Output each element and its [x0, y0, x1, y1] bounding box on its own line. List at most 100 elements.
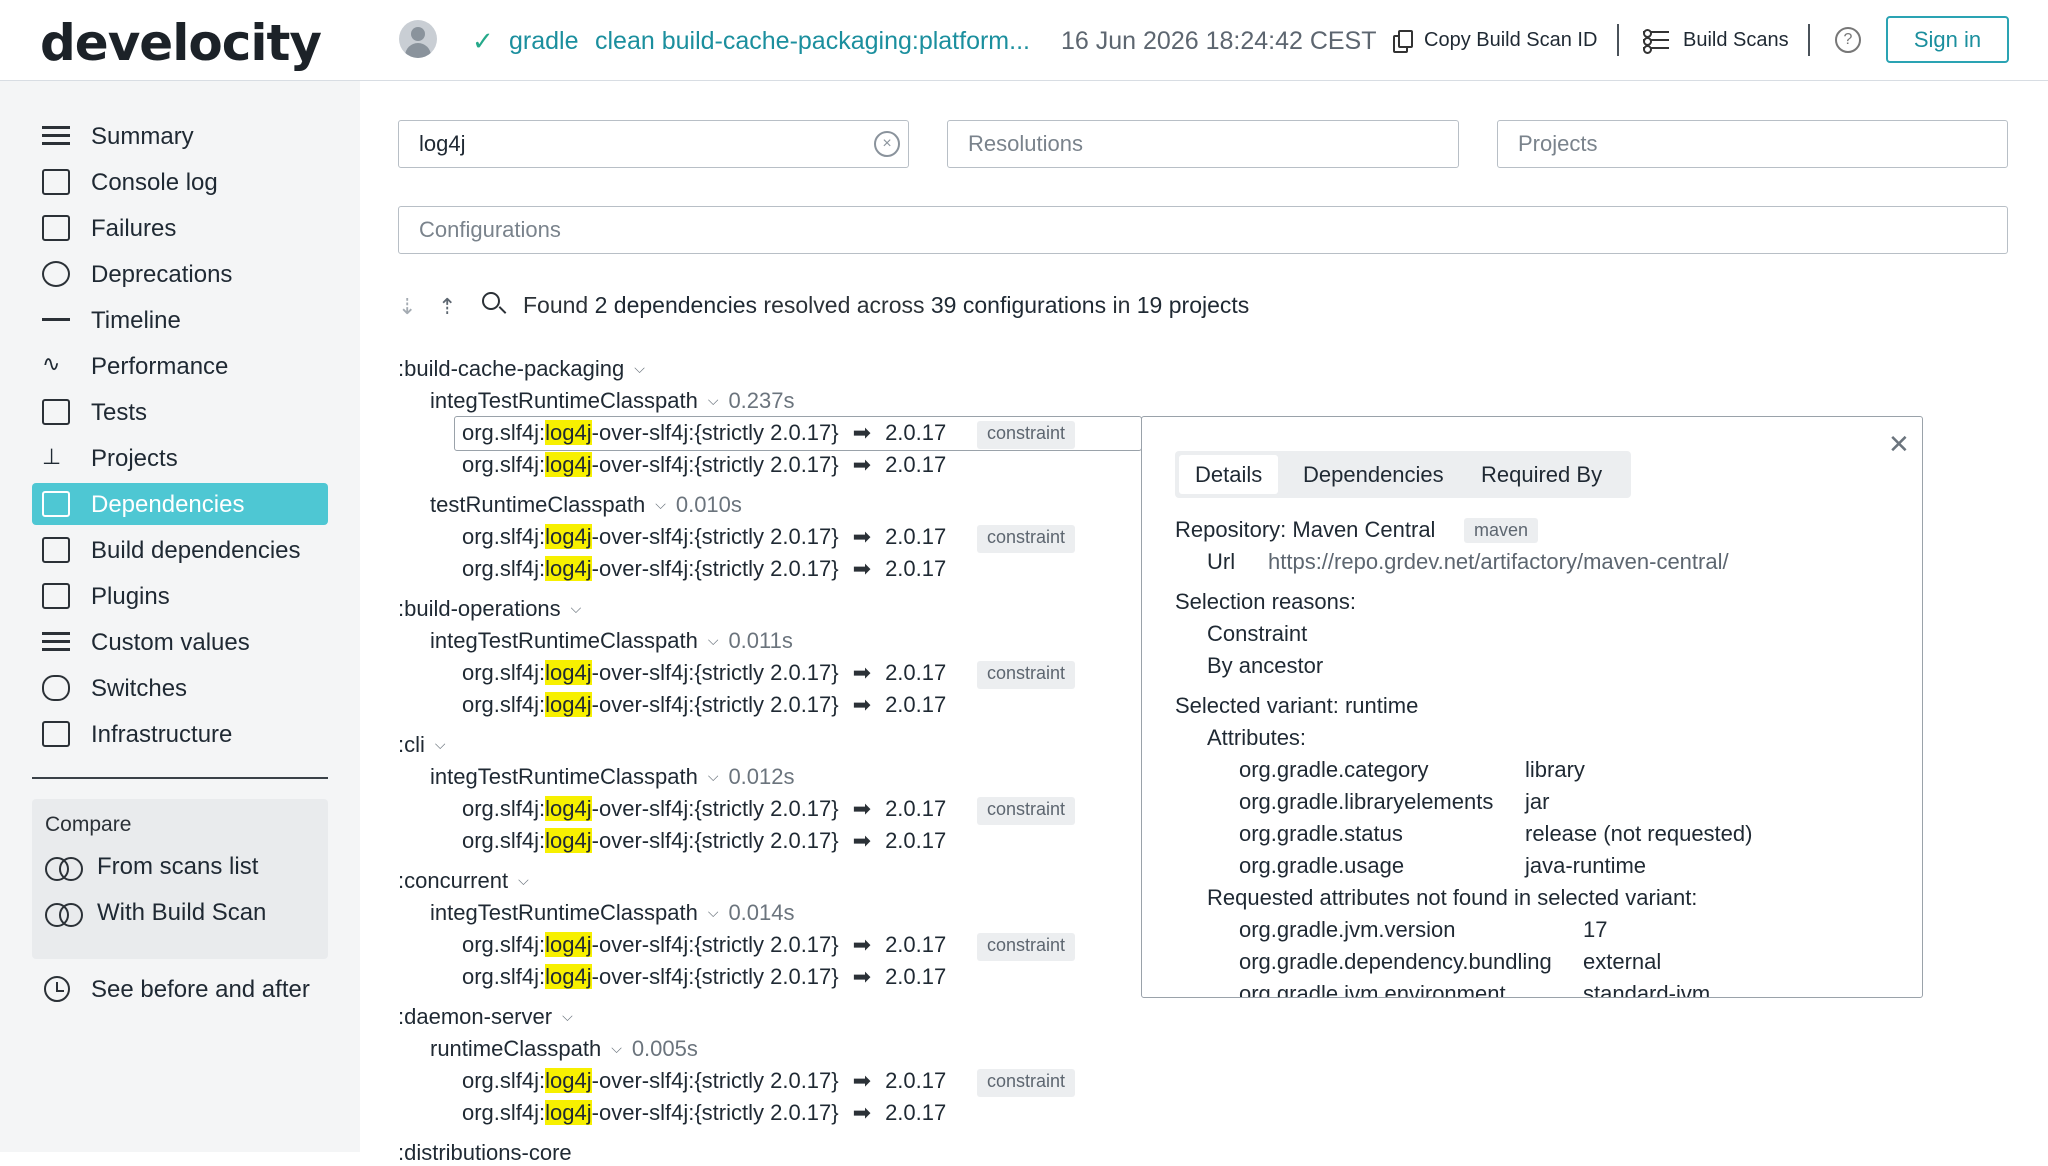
- dependency-row[interactable]: org.slf4j:log4j-over-slf4j:{strictly 2.0…: [462, 660, 946, 686]
- dependency-row[interactable]: org.slf4j:log4j-over-slf4j:{strictly 2.0…: [462, 452, 946, 478]
- project-row[interactable]: :distributions-core: [398, 1140, 572, 1166]
- chevron-down-icon[interactable]: ⌵: [571, 600, 582, 617]
- configuration-row[interactable]: integTestRuntimeClasspath ⌵ 0.237s: [430, 388, 795, 414]
- search-input[interactable]: [419, 131, 852, 157]
- chevron-down-icon[interactable]: ⌵: [562, 1008, 573, 1025]
- constraint-badge: constraint: [977, 1069, 1076, 1097]
- search-field[interactable]: ×: [398, 120, 909, 168]
- resolutions-input[interactable]: [968, 131, 1402, 157]
- attribute-value: java-runtime: [1525, 853, 1647, 878]
- sidebar-item-failures[interactable]: Failures: [32, 207, 328, 249]
- close-icon[interactable]: ✕: [1888, 429, 1910, 460]
- sidebar-item-infrastructure[interactable]: Infrastructure: [32, 713, 328, 755]
- build-scans-button[interactable]: Build Scans: [1683, 29, 1789, 52]
- configuration-row[interactable]: integTestRuntimeClasspath ⌵ 0.012s: [430, 764, 795, 790]
- dependency-row[interactable]: org.slf4j:log4j-over-slf4j:{strictly 2.0…: [462, 796, 946, 822]
- resolution-time: 0.011s: [728, 628, 793, 653]
- build-tool-link[interactable]: gradle: [509, 27, 579, 56]
- chevron-down-icon[interactable]: ⌵: [655, 496, 666, 513]
- chevron-down-icon[interactable]: ⌵: [708, 768, 719, 785]
- chevron-down-icon[interactable]: ⌵: [708, 632, 719, 649]
- help-icon[interactable]: ?: [1835, 27, 1861, 53]
- configurations-field[interactable]: [398, 206, 2008, 254]
- copy-build-scan-id-button[interactable]: Copy Build Scan ID: [1424, 29, 1597, 52]
- dependency-artifact: -over-slf4j:{strictly 2.0.17}: [591, 452, 839, 477]
- clear-icon[interactable]: ×: [874, 131, 900, 157]
- develocity-logo[interactable]: develocity: [40, 14, 322, 72]
- sidebar-item-label: Infrastructure: [91, 721, 233, 748]
- list-icon[interactable]: [1643, 28, 1669, 54]
- copy-icon[interactable]: [1393, 30, 1413, 53]
- attribute-value: library: [1525, 757, 1585, 782]
- tab-dependencies[interactable]: Dependencies: [1287, 455, 1460, 494]
- dependency-row[interactable]: org.slf4j:log4j-over-slf4j:{strictly 2.0…: [462, 692, 946, 718]
- sidebar-item-tests[interactable]: Tests: [32, 391, 328, 433]
- chevron-down-icon[interactable]: ⌵: [518, 872, 529, 889]
- project-row[interactable]: :cli ⌵: [398, 732, 446, 758]
- configuration-row[interactable]: runtimeClasspath ⌵ 0.005s: [430, 1036, 698, 1062]
- sidebar-item-dependencies[interactable]: Dependencies: [32, 483, 328, 525]
- chevron-down-icon[interactable]: ⌵: [634, 360, 645, 377]
- tab-details[interactable]: Details: [1179, 455, 1279, 494]
- search-match-highlight: log4j: [545, 452, 592, 477]
- projects-input[interactable]: [1518, 131, 1951, 157]
- search-match-highlight: log4j: [545, 556, 592, 581]
- build-task-title[interactable]: clean build-cache-packaging:platform...: [595, 27, 1030, 56]
- project-row[interactable]: :build-operations ⌵: [398, 596, 581, 622]
- dependency-row[interactable]: org.slf4j:log4j-over-slf4j:{strictly 2.0…: [462, 1100, 946, 1126]
- dependency-group: org.slf4j:: [462, 660, 546, 685]
- dependency-row[interactable]: org.slf4j:log4j-over-slf4j:{strictly 2.0…: [462, 524, 946, 550]
- sidebar-item-performance[interactable]: ∿ Performance: [32, 345, 328, 387]
- sidebar-item-custom-values[interactable]: Custom values: [32, 621, 328, 663]
- configuration-name: integTestRuntimeClasspath: [430, 628, 698, 653]
- configuration-row[interactable]: integTestRuntimeClasspath ⌵ 0.011s: [430, 628, 793, 654]
- sidebar-item-console-log[interactable]: Console log: [32, 161, 328, 203]
- dependency-row[interactable]: org.slf4j:log4j-over-slf4j:{strictly 2.0…: [462, 932, 946, 958]
- attribute-key: org.gradle.usage: [1239, 853, 1405, 878]
- tab-required-by[interactable]: Required By: [1465, 455, 1618, 494]
- dependency-row[interactable]: org.slf4j:log4j-over-slf4j:{strictly 2.0…: [462, 828, 946, 854]
- chevron-down-icon[interactable]: ⌵: [708, 392, 719, 409]
- dependency-artifact: -over-slf4j:{strictly 2.0.17}: [591, 964, 839, 989]
- sidebar-item-timeline[interactable]: Timeline: [32, 299, 328, 341]
- sort-descending-icon[interactable]: ⇣: [398, 294, 422, 319]
- compare-icon: [45, 857, 83, 881]
- configuration-row[interactable]: testRuntimeClasspath ⌵ 0.010s: [430, 492, 742, 518]
- history-icon[interactable]: [44, 976, 70, 1002]
- project-row[interactable]: :concurrent ⌵: [398, 868, 529, 894]
- sign-in-button[interactable]: Sign in: [1886, 16, 2009, 63]
- configurations-input[interactable]: [419, 217, 1786, 243]
- sidebar-item-summary[interactable]: Summary: [32, 115, 328, 157]
- chevron-down-icon[interactable]: ⌵: [435, 736, 446, 753]
- summary-text: Found 2 dependencies resolved across 39 …: [523, 292, 1250, 318]
- resolutions-field[interactable]: [947, 120, 1459, 168]
- sidebar-item-deprecations[interactable]: Deprecations: [32, 253, 328, 295]
- attribute-key: org.gradle.libraryelements: [1239, 789, 1494, 814]
- repository-url[interactable]: https://repo.grdev.net/artifactory/maven…: [1268, 549, 1729, 575]
- sort-ascending-icon[interactable]: ⇡: [438, 294, 462, 319]
- see-before-and-after-link[interactable]: See before and after: [91, 976, 310, 1004]
- chevron-down-icon[interactable]: ⌵: [708, 904, 719, 921]
- dependency-artifact: -over-slf4j:{strictly 2.0.17}: [591, 796, 839, 821]
- search-icon[interactable]: [482, 292, 500, 310]
- resolved-version: 2.0.17: [885, 1068, 947, 1093]
- sidebar-item-plugins[interactable]: Plugins: [32, 575, 328, 617]
- project-row[interactable]: :build-cache-packaging ⌵: [398, 356, 645, 382]
- dependency-artifact: -over-slf4j:{strictly 2.0.17}: [591, 932, 839, 957]
- arrow-right-icon: ➡: [852, 1100, 872, 1125]
- sidebar-item-projects[interactable]: ⊥ Projects: [32, 437, 328, 479]
- search-match-highlight: log4j: [545, 660, 592, 685]
- dependency-row[interactable]: org.slf4j:log4j-over-slf4j:{strictly 2.0…: [462, 556, 946, 582]
- dependency-row[interactable]: org.slf4j:log4j-over-slf4j:{strictly 2.0…: [462, 1068, 946, 1094]
- project-name: :build-operations: [398, 596, 561, 621]
- sidebar-item-build-dependencies[interactable]: Build dependencies: [32, 529, 328, 571]
- sidebar-item-switches[interactable]: Switches: [32, 667, 328, 709]
- projects-field[interactable]: [1497, 120, 2008, 168]
- avatar[interactable]: [399, 20, 437, 58]
- project-row[interactable]: :daemon-server ⌵: [398, 1004, 573, 1030]
- dependency-group: org.slf4j:: [462, 692, 546, 717]
- resolved-version: 2.0.17: [885, 692, 947, 717]
- dependency-row[interactable]: org.slf4j:log4j-over-slf4j:{strictly 2.0…: [462, 964, 946, 990]
- configuration-row[interactable]: integTestRuntimeClasspath ⌵ 0.014s: [430, 900, 795, 926]
- chevron-down-icon[interactable]: ⌵: [611, 1040, 622, 1057]
